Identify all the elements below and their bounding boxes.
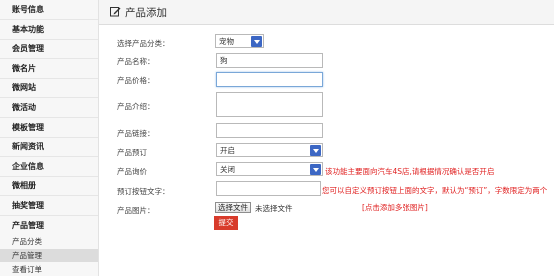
divider xyxy=(0,176,98,177)
add-images-link[interactable]: [点击添加多张图片] xyxy=(362,202,428,213)
inquiry-label: 产品询价 xyxy=(117,167,147,176)
sidebar-item-company[interactable]: 企业信息 xyxy=(0,159,98,175)
chevron-down-icon xyxy=(310,164,321,175)
category-select-value: 宠物 xyxy=(219,37,234,46)
sidebar-item-website[interactable]: 微网站 xyxy=(0,80,98,96)
sidebar-subitem-categories[interactable]: 产品分类 xyxy=(0,235,98,248)
sidebar-item-account[interactable]: 账号信息 xyxy=(0,2,98,18)
divider xyxy=(0,39,98,40)
intro-label: 产品介绍： xyxy=(117,102,155,111)
page-title: 产品添加 xyxy=(125,7,167,19)
name-label: 产品名称： xyxy=(117,57,155,66)
intro-textarea[interactable] xyxy=(216,92,323,117)
inquiry-select[interactable]: 关闭 xyxy=(216,162,323,176)
button-text-input[interactable] xyxy=(216,181,321,196)
divider xyxy=(0,117,98,118)
name-input[interactable]: 狗 xyxy=(216,53,323,68)
submit-button[interactable]: 提交 xyxy=(214,216,238,230)
sidebar-item-lottery[interactable]: 抽奖管理 xyxy=(0,198,98,214)
button-text-label: 预订按钮文字： xyxy=(117,187,170,196)
divider xyxy=(0,156,98,157)
category-select[interactable]: 宠物 xyxy=(215,34,264,48)
booking-select-value: 开启 xyxy=(220,146,235,155)
sidebar-item-members[interactable]: 会员管理 xyxy=(0,41,98,57)
price-label: 产品价格： xyxy=(117,76,155,85)
divider xyxy=(0,195,98,196)
image-label: 产品图片： xyxy=(117,206,155,215)
divider xyxy=(0,58,98,59)
category-label: 选择产品分类： xyxy=(117,39,170,48)
chevron-down-icon xyxy=(310,145,321,156)
booking-label: 产品预订 xyxy=(117,148,147,157)
booking-hint: 该功能主要面向汽车4S店,请根据情况确认是否开启 xyxy=(325,167,495,176)
sidebar-subitem-orders[interactable]: 查看订单 xyxy=(0,263,98,276)
sidebar-item-card[interactable]: 微名片 xyxy=(0,61,98,77)
sidebar: 账号信息 基本功能 会员管理 微名片 微网站 微活动 模板管理 新闻资讯 企业信… xyxy=(0,0,99,276)
sidebar-item-templates[interactable]: 模板管理 xyxy=(0,120,98,136)
booking-select[interactable]: 开启 xyxy=(216,143,323,157)
link-label: 产品链接： xyxy=(117,129,155,138)
choose-file-button[interactable]: 选择文件 xyxy=(215,202,251,213)
button-text-hint: 您可以自定义预订按钮上面的文字，默认为“预订”，字数限定为两个 xyxy=(322,186,548,195)
chevron-down-icon xyxy=(251,36,262,47)
divider xyxy=(0,215,98,216)
sidebar-item-activity[interactable]: 微活动 xyxy=(0,100,98,116)
sidebar-item-basic[interactable]: 基本功能 xyxy=(0,22,98,38)
sidebar-item-products[interactable]: 产品管理 xyxy=(0,218,98,234)
file-status: 未选择文件 xyxy=(255,204,293,213)
divider xyxy=(0,97,98,98)
sidebar-item-news[interactable]: 新闻资讯 xyxy=(0,139,98,155)
page-header: 产品添加 xyxy=(99,0,554,25)
divider xyxy=(0,137,98,138)
divider xyxy=(0,78,98,79)
sidebar-subitem-product-manage[interactable]: 产品管理 xyxy=(0,249,98,262)
price-input[interactable] xyxy=(216,72,323,87)
edit-icon xyxy=(110,6,121,17)
sidebar-item-album[interactable]: 微相册 xyxy=(0,178,98,194)
inquiry-select-value: 关闭 xyxy=(220,165,235,174)
link-input[interactable] xyxy=(216,123,323,138)
divider xyxy=(0,19,98,20)
